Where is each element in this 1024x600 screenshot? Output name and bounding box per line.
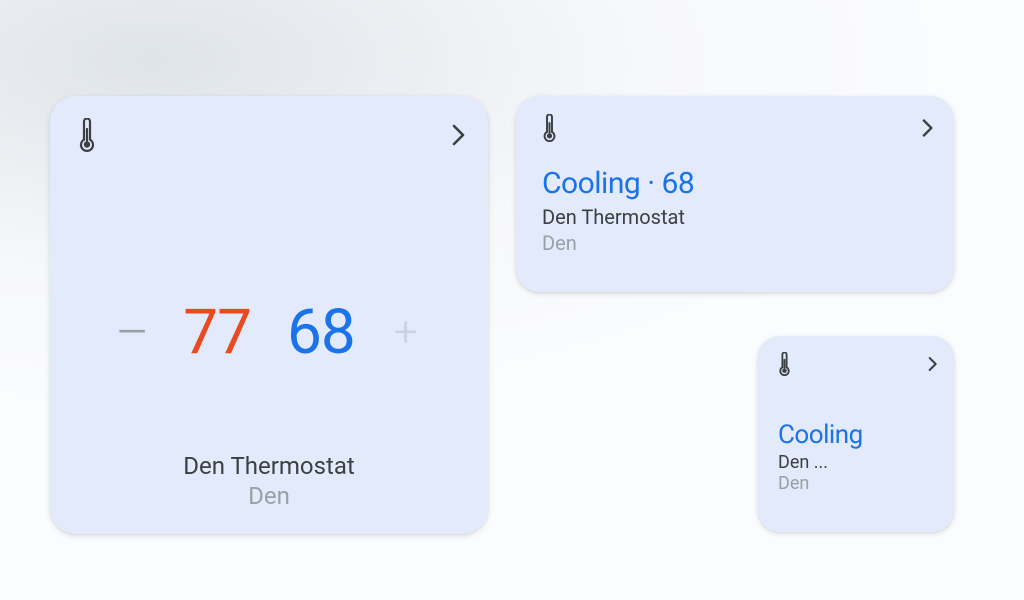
device-name: Den Thermostat bbox=[50, 452, 488, 480]
chevron-right-icon[interactable] bbox=[928, 356, 938, 372]
card-body: Cooling · 68 Den Thermostat Den bbox=[542, 166, 928, 255]
thermostat-card-large[interactable]: – 77 68 + Den Thermostat Den bbox=[50, 96, 488, 534]
temperature-controls: – 77 68 + bbox=[50, 302, 488, 364]
decrease-temp-button[interactable]: – bbox=[103, 307, 161, 359]
device-name: Den Thermostat bbox=[542, 205, 928, 229]
heat-setpoint: 77 bbox=[165, 302, 269, 364]
thermostat-card-small[interactable]: Cooling Den ... Den bbox=[758, 336, 954, 532]
increase-temp-button[interactable]: + bbox=[377, 312, 435, 354]
device-name: Den ... bbox=[778, 452, 938, 473]
thermostat-icon bbox=[542, 114, 557, 142]
thermostat-icon bbox=[778, 352, 791, 376]
thermostat-card-medium[interactable]: Cooling · 68 Den Thermostat Den bbox=[516, 96, 954, 292]
device-room: Den bbox=[778, 473, 938, 494]
chevron-right-icon[interactable] bbox=[452, 123, 466, 147]
card-footer: Den Thermostat Den bbox=[50, 452, 488, 510]
thermostat-status: Cooling bbox=[778, 420, 938, 450]
device-room: Den bbox=[542, 231, 928, 255]
chevron-right-icon[interactable] bbox=[922, 118, 934, 138]
thermostat-status: Cooling · 68 bbox=[542, 166, 928, 201]
thermostat-icon bbox=[78, 118, 96, 152]
device-room: Den bbox=[50, 482, 488, 510]
card-header bbox=[50, 96, 488, 152]
card-header bbox=[758, 336, 954, 376]
card-header bbox=[516, 96, 954, 142]
cool-setpoint: 68 bbox=[269, 302, 373, 364]
card-body: Cooling Den ... Den bbox=[778, 420, 938, 494]
widget-canvas: – 77 68 + Den Thermostat Den bbox=[0, 0, 1024, 600]
